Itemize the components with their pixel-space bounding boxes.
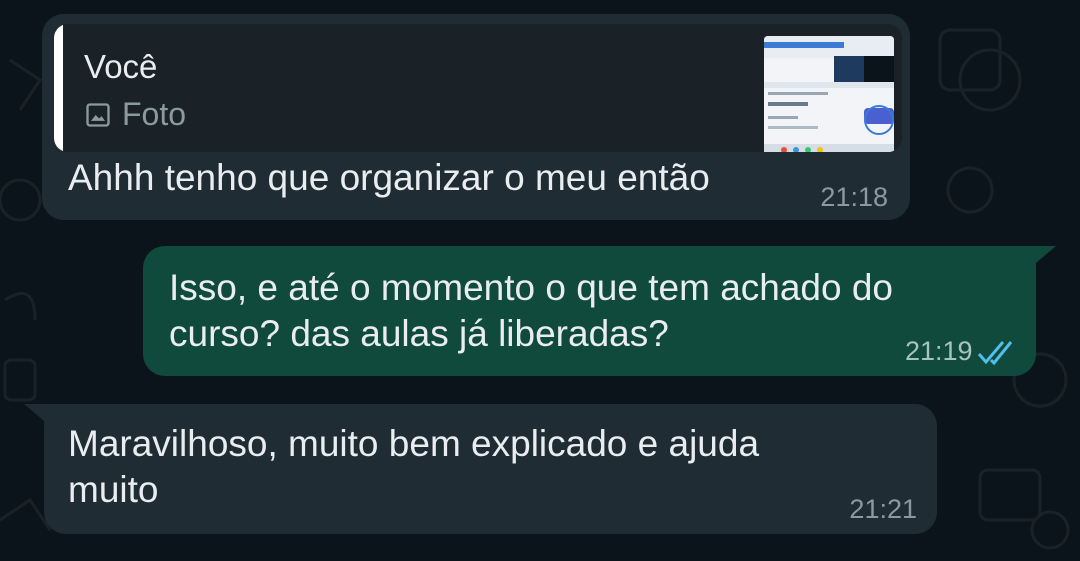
quote-sender: Você: [84, 48, 158, 85]
quote-media-type: Foto: [84, 96, 186, 133]
quote-accent-bar: [54, 24, 63, 152]
message-bubble-incoming[interactable]: Você Foto Ahhh tenho que organizar o meu…: [42, 14, 910, 220]
message-time: 21:18: [820, 182, 888, 212]
message-text-line-2: muito: [68, 469, 159, 510]
quote-type-label: Foto: [122, 96, 187, 132]
message-text-line-2: curso? das aulas já liberadas?: [169, 313, 669, 354]
message-time: 21:19: [905, 336, 973, 366]
message-text-line-1: Maravilhoso, muito bem explicado e ajuda: [68, 423, 760, 464]
photo-thumbnail[interactable]: [764, 36, 894, 152]
message-bubble-outgoing[interactable]: Isso, e até o momento o que tem achado d…: [143, 246, 1036, 376]
image-icon: [86, 102, 110, 127]
message-time: 21:21: [849, 494, 917, 524]
message-bubble-incoming[interactable]: Maravilhoso, muito bem explicado e ajuda…: [44, 404, 937, 534]
message-text: Ahhh tenho que organizar o meu então: [68, 157, 710, 198]
message-text-line-1: Isso, e até o momento o que tem achado d…: [169, 267, 894, 308]
quoted-reply[interactable]: Você Foto: [54, 24, 902, 152]
double-check-icon: [977, 341, 1013, 366]
